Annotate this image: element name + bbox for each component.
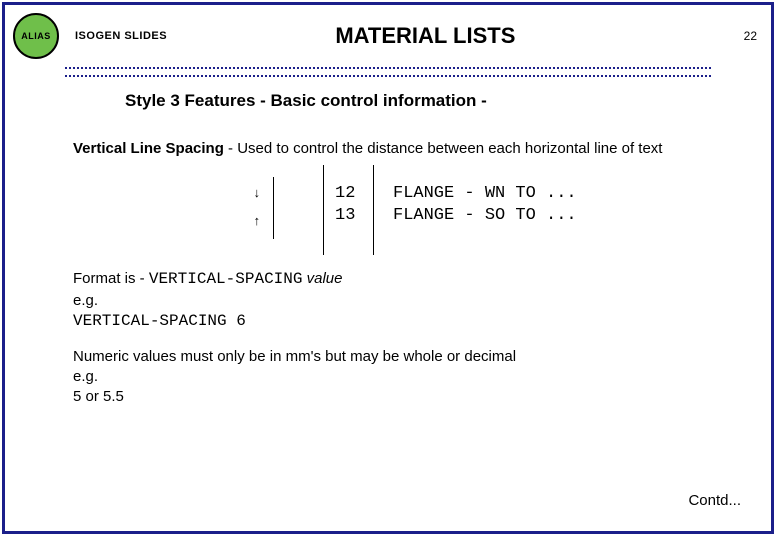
note-line2: e.g. — [73, 368, 98, 385]
format-eg: e.g. — [73, 292, 98, 309]
slide-subtitle: Style 3 Features - Basic control informa… — [125, 91, 771, 111]
diagram-text-2: FLANGE - SO TO ... — [393, 205, 577, 228]
diagram-num-1: 12 — [335, 183, 355, 206]
format-arg: value — [302, 270, 342, 287]
format-keyword: VERTICAL-SPACING — [149, 270, 303, 288]
slide-body: Vertical Line Spacing - Used to control … — [5, 111, 771, 407]
note-block: Numeric values must only be in mm's but … — [73, 347, 721, 408]
logo-text: ALIAS — [21, 31, 51, 41]
page-number: 22 — [744, 29, 757, 43]
alias-logo: ALIAS — [13, 13, 59, 59]
arrow-down-icon: ↓ — [253, 187, 261, 200]
diagram-vline-3 — [373, 165, 374, 255]
continued-label: Contd... — [688, 492, 741, 509]
lead-rest: - Used to control the distance between e… — [224, 140, 663, 157]
format-block: Format is - VERTICAL-SPACING value e.g. … — [73, 269, 721, 332]
arrow-up-icon: ↑ — [253, 215, 261, 228]
format-label: Format is - — [73, 270, 149, 287]
format-example: VERTICAL-SPACING 6 — [73, 312, 246, 330]
diagram-num-2: 13 — [335, 205, 355, 228]
note-line3: 5 or 5.5 — [73, 388, 124, 405]
diagram-vline-1 — [273, 177, 274, 239]
note-line1: Numeric values must only be in mm's but … — [73, 348, 516, 365]
slide-frame: ALIAS ISOGEN SLIDES MATERIAL LISTS 22 St… — [2, 2, 774, 534]
lead-paragraph: Vertical Line Spacing - Used to control … — [73, 139, 721, 159]
divider-dotted — [65, 67, 711, 77]
slide-header: ALIAS ISOGEN SLIDES MATERIAL LISTS 22 — [5, 5, 771, 67]
spacing-diagram: ↓ ↑ 12 FLANGE - WN TO ... 13 FLANGE - SO… — [243, 165, 721, 255]
diagram-text-1: FLANGE - WN TO ... — [393, 183, 577, 206]
lead-term: Vertical Line Spacing — [73, 140, 224, 157]
page-title: MATERIAL LISTS — [107, 23, 744, 49]
diagram-vline-2 — [323, 165, 324, 255]
